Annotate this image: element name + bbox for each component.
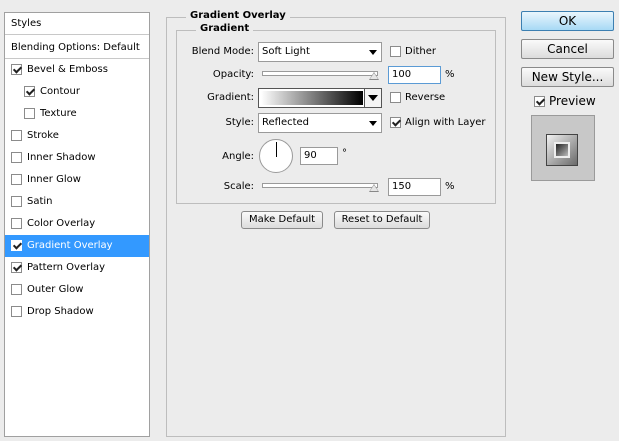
opacity-slider-thumb[interactable]	[369, 72, 379, 80]
scale-value: 150	[392, 181, 412, 192]
inner-shadow-checkbox[interactable]	[11, 152, 22, 163]
angle-label: Angle:	[222, 151, 254, 162]
style-item-label: Inner Glow	[27, 174, 81, 185]
styles-header[interactable]: Styles	[5, 13, 149, 35]
style-item-label: Drop Shadow	[27, 306, 94, 317]
styles-panel: Styles Blending Options: Default Bevel &…	[4, 12, 150, 437]
bevel-emboss-checkbox[interactable]	[11, 64, 22, 75]
style-item-pattern-overlay[interactable]: Pattern Overlay	[5, 257, 149, 279]
preview-thumbnail	[546, 134, 578, 166]
angle-needle	[276, 142, 277, 157]
style-item-label: Color Overlay	[27, 218, 96, 229]
drop-shadow-checkbox[interactable]	[11, 306, 22, 317]
reverse-checkbox[interactable]	[390, 92, 401, 103]
inner-glow-checkbox[interactable]	[11, 174, 22, 185]
pattern-overlay-checkbox[interactable]	[11, 262, 22, 273]
scale-unit: %	[445, 181, 455, 192]
styles-header-label: Styles	[11, 18, 42, 29]
scale-label: Scale:	[223, 181, 254, 192]
satin-checkbox[interactable]	[11, 196, 22, 207]
preview-checkbox[interactable]	[534, 96, 545, 107]
style-item-inner-shadow[interactable]: Inner Shadow	[5, 147, 149, 169]
stroke-checkbox[interactable]	[11, 130, 22, 141]
reset-to-default-button[interactable]: Reset to Default	[334, 211, 430, 229]
ok-button[interactable]: OK	[521, 11, 614, 31]
contour-checkbox[interactable]	[24, 86, 35, 97]
cancel-button[interactable]: Cancel	[521, 39, 614, 59]
align-with-layer-checkbox[interactable]	[390, 117, 401, 128]
opacity-input[interactable]: 100	[388, 66, 441, 84]
dither-label: Dither	[405, 46, 437, 57]
opacity-slider-track[interactable]	[262, 71, 378, 76]
style-item-inner-glow[interactable]: Inner Glow	[5, 169, 149, 191]
blending-options-item[interactable]: Blending Options: Default	[5, 37, 149, 59]
style-item-outer-glow[interactable]: Outer Glow	[5, 279, 149, 301]
opacity-label: Opacity:	[212, 69, 254, 80]
style-item-satin[interactable]: Satin	[5, 191, 149, 213]
gradient-overlay-title: Gradient Overlay	[186, 10, 290, 21]
style-item-label: Gradient Overlay	[27, 240, 113, 251]
gradient-subgroup-title: Gradient	[196, 23, 254, 34]
style-item-label: Bevel & Emboss	[27, 64, 108, 75]
gradient-overlay-checkbox[interactable]	[11, 240, 22, 251]
reverse-label: Reverse	[405, 92, 446, 103]
outer-glow-checkbox[interactable]	[11, 284, 22, 295]
style-item-label: Pattern Overlay	[27, 262, 106, 273]
texture-checkbox[interactable]	[24, 108, 35, 119]
gradient-dropdown-icon[interactable]	[364, 89, 381, 107]
blend-mode-value: Soft Light	[262, 46, 310, 57]
blend-mode-label: Blend Mode:	[191, 46, 254, 57]
blending-options-label: Blending Options: Default	[11, 42, 140, 53]
opacity-value: 100	[392, 69, 412, 80]
style-item-label: Contour	[40, 86, 80, 97]
style-item-color-overlay[interactable]: Color Overlay	[5, 213, 149, 235]
angle-input[interactable]: 90	[300, 147, 338, 165]
style-item-label: Stroke	[27, 130, 59, 141]
color-overlay-checkbox[interactable]	[11, 218, 22, 229]
style-value: Reflected	[262, 117, 310, 128]
preview-box	[531, 115, 595, 181]
opacity-unit: %	[445, 69, 455, 80]
chevron-down-icon	[369, 121, 377, 126]
style-item-label: Outer Glow	[27, 284, 84, 295]
preview-label: Preview	[549, 94, 596, 108]
scale-input[interactable]: 150	[388, 178, 441, 196]
chevron-down-icon	[369, 50, 377, 55]
style-item-label: Texture	[40, 108, 77, 119]
angle-value: 90	[304, 150, 317, 161]
style-item-stroke[interactable]: Stroke	[5, 125, 149, 147]
style-item-bevel-emboss[interactable]: Bevel & Emboss	[5, 59, 149, 81]
gradient-picker[interactable]	[258, 88, 382, 108]
style-item-gradient-overlay[interactable]: Gradient Overlay	[5, 235, 149, 257]
style-item-texture[interactable]: Texture	[5, 103, 149, 125]
blend-mode-select[interactable]: Soft Light	[258, 42, 382, 62]
style-item-label: Satin	[27, 196, 53, 207]
angle-unit: °	[342, 148, 347, 159]
angle-dial[interactable]	[259, 139, 293, 173]
scale-slider-thumb[interactable]	[369, 184, 379, 192]
gradient-label: Gradient:	[207, 92, 254, 103]
style-item-label: Inner Shadow	[27, 152, 96, 163]
gradient-swatch[interactable]	[261, 91, 363, 105]
style-item-drop-shadow[interactable]: Drop Shadow	[5, 301, 149, 323]
style-item-contour[interactable]: Contour	[5, 81, 149, 103]
scale-slider-track[interactable]	[262, 183, 378, 188]
style-select[interactable]: Reflected	[258, 113, 382, 133]
dither-checkbox[interactable]	[390, 46, 401, 57]
align-with-layer-label: Align with Layer	[405, 117, 486, 128]
style-label: Style:	[225, 117, 255, 128]
make-default-button[interactable]: Make Default	[241, 211, 323, 229]
new-style-button[interactable]: New Style...	[521, 67, 614, 87]
